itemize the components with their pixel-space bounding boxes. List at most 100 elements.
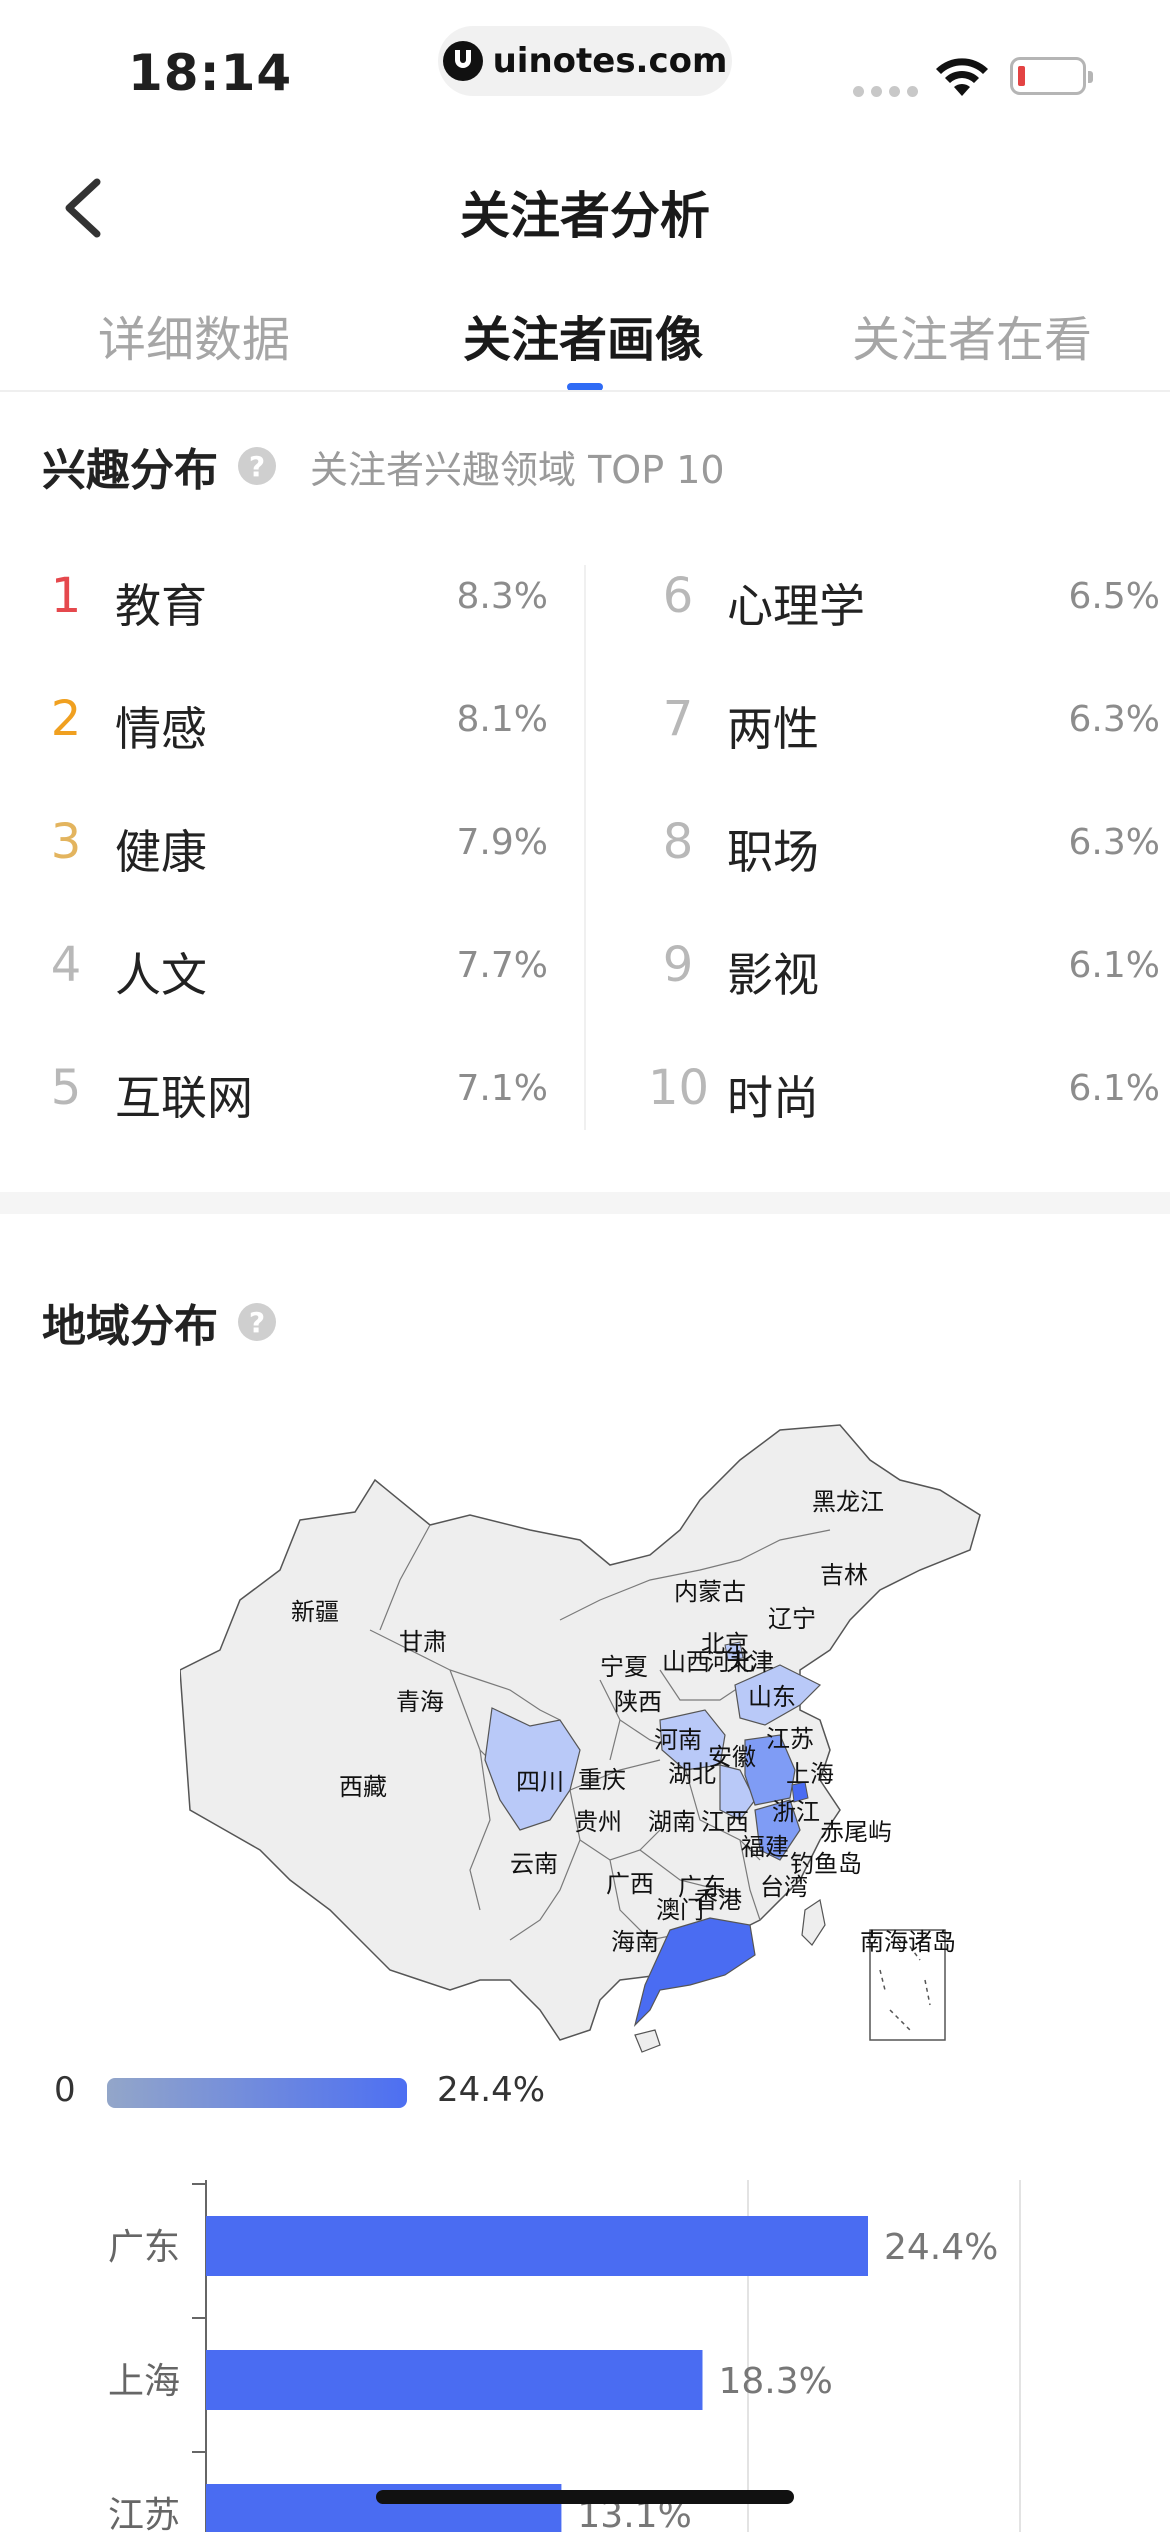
interest-name: 心理学 bbox=[727, 579, 865, 633]
legend-min-label: 0 bbox=[54, 2070, 76, 2110]
rank-number: 1 bbox=[50, 568, 82, 624]
clock: 18:14 bbox=[128, 44, 293, 102]
legend-max-label: 24.4% bbox=[437, 2070, 546, 2110]
province-label: 四川 bbox=[516, 1768, 564, 1796]
province-label: 陕西 bbox=[614, 1688, 662, 1716]
bar bbox=[206, 2216, 868, 2276]
rank-number: 6 bbox=[662, 568, 694, 624]
divider bbox=[0, 390, 1170, 392]
interest-percent: 6.3% bbox=[1068, 699, 1160, 740]
interest-name: 职场 bbox=[727, 825, 819, 879]
url-text: uinotes.com bbox=[492, 41, 728, 81]
home-indicator bbox=[376, 2490, 794, 2504]
province-label: 青海 bbox=[396, 1688, 444, 1716]
hainan-island bbox=[634, 2029, 661, 2053]
help-icon[interactable]: ? bbox=[238, 1303, 276, 1341]
interest-item: 9 影视 6.1% bbox=[648, 909, 1170, 1032]
bar-category-label: 上海 bbox=[108, 2361, 180, 2402]
interest-item: 8 职场 6.3% bbox=[648, 786, 1170, 909]
bar-value-label: 18.3% bbox=[719, 2361, 833, 2402]
rank-number: 2 bbox=[50, 691, 82, 747]
province-label: 重庆 bbox=[578, 1766, 626, 1794]
province-label: 江苏 bbox=[766, 1725, 814, 1753]
column-divider bbox=[584, 565, 586, 1130]
province-label: 福建 bbox=[741, 1833, 789, 1861]
rank-number: 3 bbox=[50, 814, 82, 870]
interest-name: 影视 bbox=[727, 948, 819, 1002]
interest-percent: 8.1% bbox=[456, 699, 548, 740]
interest-percent: 6.1% bbox=[1068, 945, 1160, 986]
cellular-signal-icon bbox=[853, 86, 918, 97]
wifi-icon bbox=[936, 58, 988, 96]
province-label: 内蒙古 bbox=[674, 1578, 746, 1606]
interest-item: 6 心理学 6.5% bbox=[648, 540, 1170, 663]
bar-value-label: 24.4% bbox=[884, 2227, 998, 2268]
rank-number: 4 bbox=[50, 937, 82, 993]
province-label: 辽宁 bbox=[768, 1605, 816, 1633]
interest-name: 健康 bbox=[115, 825, 207, 879]
status-bar: 18:14 uinotes.com bbox=[0, 0, 1170, 130]
province-label: 广西 bbox=[606, 1870, 654, 1898]
help-icon[interactable]: ? bbox=[238, 447, 276, 485]
province-label: 南海诸岛 bbox=[860, 1928, 956, 1956]
province-label: 上海 bbox=[786, 1760, 834, 1788]
interest-column-right: 6 心理学 6.5% 7 两性 6.3% 8 职场 6.3% 9 影视 6.1%… bbox=[648, 540, 1170, 1155]
interest-percent: 8.3% bbox=[456, 576, 548, 617]
rank-number: 10 bbox=[648, 1060, 710, 1116]
site-logo-icon bbox=[442, 41, 483, 81]
tab-follower-profile[interactable]: 关注者画像 bbox=[463, 300, 703, 370]
interest-item: 4 人文 7.7% bbox=[36, 909, 576, 1032]
taiwan-island bbox=[801, 1899, 826, 1946]
province-label: 台湾 bbox=[760, 1873, 808, 1901]
province-label: 吉林 bbox=[820, 1561, 868, 1589]
province-label: 贵州 bbox=[574, 1808, 622, 1836]
province-label: 黑龙江 bbox=[812, 1488, 884, 1516]
rank-number: 9 bbox=[662, 937, 694, 993]
interest-column-left: 1 教育 8.3% 2 情感 8.1% 3 健康 7.9% 4 人文 7.7% … bbox=[36, 540, 576, 1155]
region-section-header: 地域分布 ? bbox=[42, 1290, 276, 1354]
interest-percent: 6.1% bbox=[1068, 1068, 1160, 1109]
province-label: 河北 bbox=[706, 1648, 754, 1676]
china-map[interactable]: 黑龙江吉林辽宁内蒙古新疆甘肃 北京天津河北山西宁夏青海 山东陕西河南 江苏安徽西藏 四川… bbox=[180, 1420, 1000, 2060]
province-label: 甘肃 bbox=[399, 1628, 447, 1656]
province-label: 山西 bbox=[662, 1648, 710, 1676]
province-label: 香港 bbox=[694, 1886, 742, 1914]
tab-bar: 详细数据 关注者画像 关注者在看 bbox=[0, 290, 1170, 391]
province-label: 海南 bbox=[611, 1928, 659, 1956]
province-label: 湖南 bbox=[648, 1808, 696, 1836]
region-bar-chart: 广东 24.4%上海 18.3%江苏 13.1% bbox=[108, 2180, 1021, 2532]
province-label: 西藏 bbox=[339, 1773, 387, 1801]
bar-category-label: 广东 bbox=[108, 2227, 180, 2268]
interest-percent: 6.5% bbox=[1068, 576, 1160, 617]
interest-section-header: 兴趣分布 ? 关注者兴趣领域 TOP 10 bbox=[42, 434, 725, 498]
province-label: 湖北 bbox=[668, 1760, 716, 1788]
interest-item: 3 健康 7.9% bbox=[36, 786, 576, 909]
province-label: 河南 bbox=[654, 1726, 702, 1754]
interest-percent: 7.9% bbox=[456, 822, 548, 863]
interest-percent: 6.3% bbox=[1068, 822, 1160, 863]
interest-name: 时尚 bbox=[727, 1071, 819, 1125]
section-subtitle: 关注者兴趣领域 TOP 10 bbox=[310, 447, 725, 492]
interest-name: 互联网 bbox=[115, 1071, 253, 1125]
section-title: 地域分布 bbox=[42, 1301, 218, 1352]
section-title: 兴趣分布 bbox=[42, 445, 218, 496]
interest-name: 教育 bbox=[115, 579, 207, 633]
province-label: 新疆 bbox=[291, 1598, 339, 1626]
province-label: 宁夏 bbox=[600, 1653, 648, 1681]
tab-follower-reading[interactable]: 关注者在看 bbox=[852, 300, 1092, 370]
interest-item: 2 情感 8.1% bbox=[36, 663, 576, 786]
tab-detail-data[interactable]: 详细数据 bbox=[98, 300, 290, 370]
interest-percent: 7.1% bbox=[456, 1068, 548, 1109]
rank-number: 7 bbox=[662, 691, 694, 747]
interest-name: 情感 bbox=[115, 702, 207, 756]
battery-icon bbox=[1010, 57, 1093, 95]
url-pill[interactable]: uinotes.com bbox=[438, 26, 732, 96]
legend-gradient-bar bbox=[107, 2078, 407, 2108]
interest-item: 10 时尚 6.1% bbox=[648, 1032, 1170, 1155]
interest-item: 5 互联网 7.1% bbox=[36, 1032, 576, 1155]
province-label: 云南 bbox=[510, 1850, 558, 1878]
interest-item: 7 两性 6.3% bbox=[648, 663, 1170, 786]
rank-number: 8 bbox=[662, 814, 694, 870]
section-separator bbox=[0, 1192, 1170, 1214]
interest-percent: 7.7% bbox=[456, 945, 548, 986]
